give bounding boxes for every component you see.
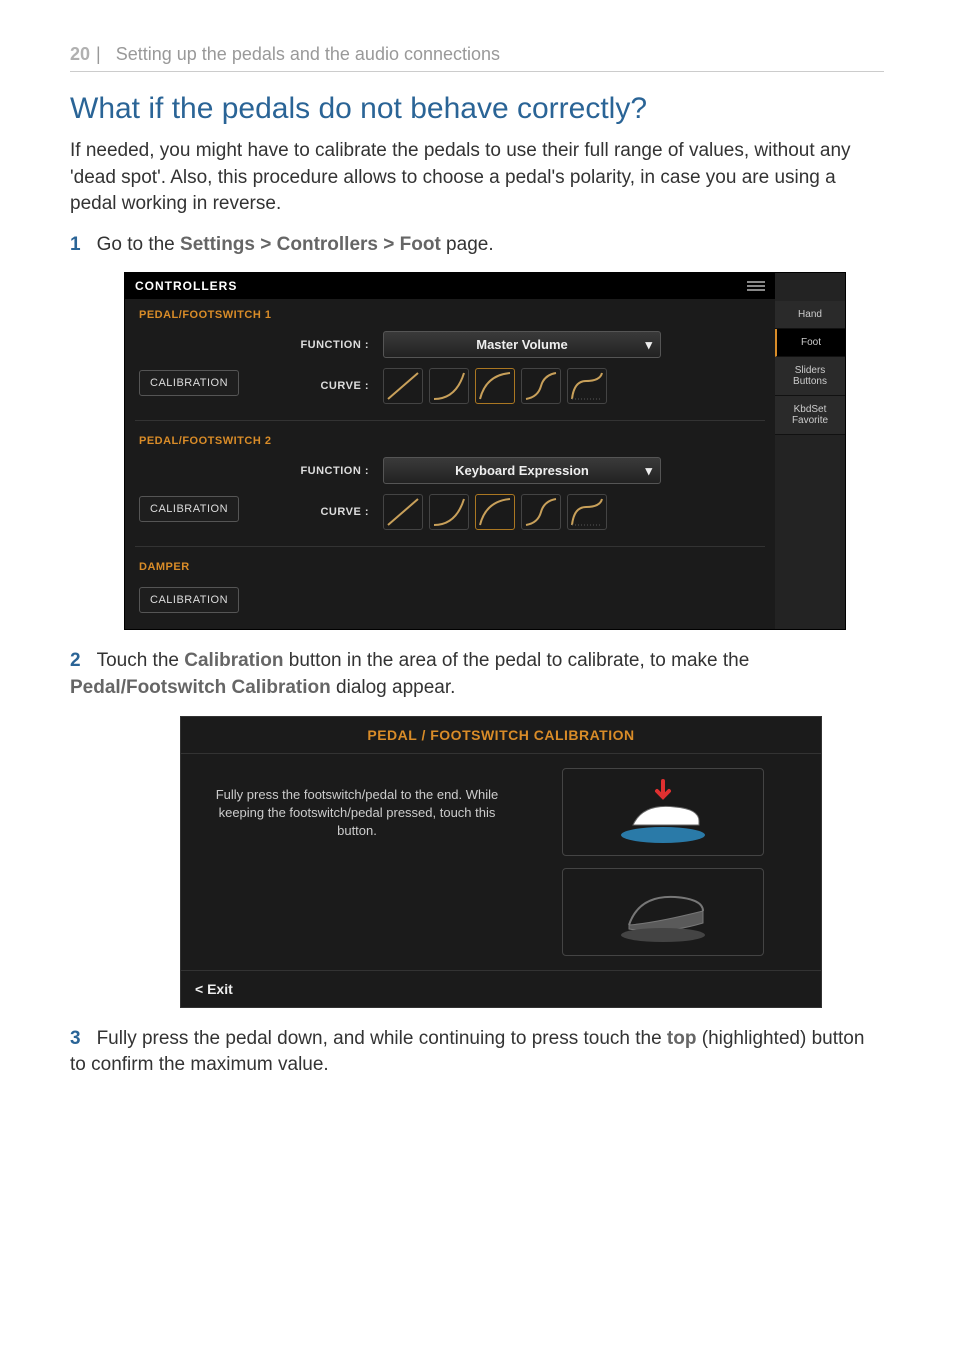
section-title: Setting up the pedals and the audio conn… (116, 44, 500, 64)
section-pedal2: PEDAL/FOOTSWITCH 2 (125, 425, 775, 453)
section-pedal1: PEDAL/FOOTSWITCH 1 (125, 299, 775, 327)
section-damper: DAMPER (125, 551, 775, 579)
ui-path: Settings > Controllers > Foot (180, 234, 441, 255)
calibration-button-2[interactable]: CALIBRATION (139, 496, 239, 522)
header-divider: | (96, 44, 101, 64)
shoe-up-icon (603, 877, 723, 947)
function-value-2: Keyboard Expression (455, 463, 589, 478)
shoe-down-icon (603, 777, 723, 847)
calibration-button-damper[interactable]: CALIBRATION (139, 587, 239, 613)
chevron-down-icon: ▾ (645, 463, 652, 479)
page-header: 20 | Setting up the pedals and the audio … (70, 44, 884, 72)
curve-label: CURVE : (279, 380, 369, 392)
function-label: FUNCTION : (279, 339, 369, 351)
function-dropdown-2[interactable]: Keyboard Expression ▾ (383, 457, 661, 484)
page-number: 20 (70, 44, 90, 64)
function-dropdown-1[interactable]: Master Volume ▾ (383, 331, 661, 358)
ui-term: Calibration (184, 650, 283, 671)
curve-label-2: CURVE : (279, 506, 369, 518)
tab-foot[interactable]: Foot (775, 329, 845, 357)
chevron-down-icon: ▾ (645, 337, 652, 353)
dialog-title: PEDAL / FOOTSWITCH CALIBRATION (181, 717, 821, 754)
pedal-release-button[interactable] (562, 868, 764, 956)
step-text: Go to the (97, 234, 180, 255)
tab-sliders-buttons[interactable]: Sliders Buttons (775, 357, 845, 396)
tab-kbdset-favorite[interactable]: KbdSet Favorite (775, 396, 845, 435)
controllers-screenshot: CONTROLLERS PEDAL/FOOTSWITCH 1 FUNCTION … (124, 272, 846, 630)
step-3: 3Fully press the pedal down, and while c… (70, 1026, 884, 1079)
menu-icon[interactable] (747, 279, 765, 293)
step-number: 3 (70, 1028, 81, 1049)
window-title: CONTROLLERS (135, 279, 237, 293)
step-2: 2Touch the Calibration button in the are… (70, 648, 884, 701)
step-number: 2 (70, 650, 81, 671)
intro-paragraph: If needed, you might have to calibrate t… (70, 138, 884, 218)
exit-button[interactable]: < Exit (181, 970, 821, 1007)
curve-selector-2[interactable] (383, 494, 607, 530)
ui-term: Pedal/Footswitch Calibration (70, 677, 331, 698)
heading: What if the pedals do not behave correct… (70, 92, 884, 126)
step-text-post: page. (441, 234, 494, 255)
function-value-1: Master Volume (476, 337, 568, 352)
dialog-instructions: Fully press the footswitch/pedal to the … (195, 768, 519, 956)
function-label-2: FUNCTION : (279, 465, 369, 477)
tab-hand[interactable]: Hand (775, 301, 845, 329)
curve-selector-1[interactable] (383, 368, 607, 404)
ui-term: top (667, 1028, 697, 1049)
step-1: 1 Go to the Settings > Controllers > Foot… (70, 232, 884, 259)
calibration-dialog: PEDAL / FOOTSWITCH CALIBRATION Fully pre… (180, 716, 822, 1008)
pedal-press-button[interactable] (562, 768, 764, 856)
calibration-button-1[interactable]: CALIBRATION (139, 370, 239, 396)
step-number: 1 (70, 234, 81, 255)
